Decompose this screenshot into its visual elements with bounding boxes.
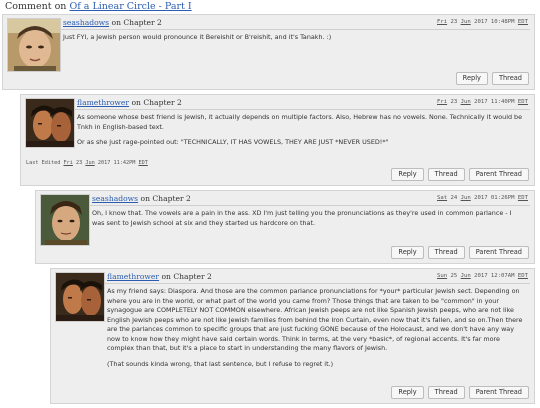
comment-header: seashadows on Chapter 2 bbox=[63, 18, 162, 29]
comment-actions: Reply Thread Parent Thread bbox=[391, 386, 529, 399]
header-divider bbox=[90, 205, 530, 206]
reply-button[interactable]: Reply bbox=[391, 168, 424, 181]
comment-body: As my friend says: Diaspora. And those a… bbox=[107, 287, 526, 375]
comment-header: flamethrower on Chapter 2 bbox=[77, 98, 182, 109]
story-link[interactable]: Of a Linear Circle - Part I bbox=[69, 1, 191, 12]
avatar[interactable] bbox=[55, 272, 105, 322]
header-divider bbox=[105, 283, 530, 284]
date-day[interactable]: Fri bbox=[63, 160, 72, 166]
comment-header: seashadows on Chapter 2 bbox=[92, 194, 191, 205]
date-tz[interactable]: EDT bbox=[138, 160, 147, 166]
comment-paragraph: (That sounds kinda wrong, that last sent… bbox=[107, 359, 334, 368]
date-day[interactable]: Fri bbox=[437, 99, 447, 105]
comment-paragraph: Oh, I know that. The vowels are a pain i… bbox=[92, 209, 512, 227]
page-heading: Comment on Of a Linear Circle - Part I bbox=[5, 1, 192, 12]
username-link[interactable]: seashadows bbox=[92, 194, 138, 203]
chapter-ref: on Chapter 2 bbox=[140, 194, 191, 203]
header-divider bbox=[61, 29, 530, 30]
date-day[interactable]: Sun bbox=[437, 273, 447, 279]
date-day[interactable]: Sat bbox=[437, 195, 447, 201]
comment-1: seashadows on Chapter 2 Fri 23 Jun 2017 … bbox=[2, 14, 535, 90]
date-num: 25 bbox=[450, 273, 458, 279]
comment-paragraph: Or as she just rage-pointed out: "TECHNI… bbox=[77, 138, 389, 146]
date-tz[interactable]: EDT bbox=[518, 273, 528, 279]
date-rest: 2017 11:40PM bbox=[474, 99, 515, 105]
comment-body: Oh, I know that. The vowels are a pain i… bbox=[92, 209, 526, 234]
date-rest: 2017 12:07AM bbox=[474, 273, 515, 279]
avatar[interactable] bbox=[25, 98, 75, 148]
thread-button[interactable]: Thread bbox=[491, 72, 529, 85]
date-month[interactable]: Jun bbox=[461, 195, 471, 201]
username-link[interactable]: seashadows bbox=[63, 18, 109, 27]
comment-date: Fri 23 Jun 2017 10:48PM EDT bbox=[437, 19, 528, 25]
comment-actions: Reply Thread bbox=[455, 72, 529, 85]
reply-button[interactable]: Reply bbox=[391, 246, 424, 259]
chapter-ref: on Chapter 2 bbox=[111, 18, 162, 27]
date-num: 23 bbox=[75, 160, 83, 166]
comment-paragraph: As someone whose best friend is Jewish, … bbox=[77, 113, 523, 131]
avatar-photo-icon bbox=[26, 99, 74, 147]
comment-body: As someone whose best friend is Jewish, … bbox=[77, 113, 526, 154]
comment-paragraph: As my friend says: Diaspora. And those a… bbox=[107, 287, 523, 352]
date-rest: 2017 10:48PM bbox=[474, 19, 515, 25]
comment-2: flamethrower on Chapter 2 Fri 23 Jun 201… bbox=[20, 94, 535, 186]
date-num: 23 bbox=[450, 19, 458, 25]
comment-3: seashadows on Chapter 2 Sat 24 Jun 2017 … bbox=[35, 190, 535, 264]
reply-button[interactable]: Reply bbox=[391, 386, 424, 399]
parent-thread-button[interactable]: Parent Thread bbox=[468, 386, 529, 399]
date-day[interactable]: Fri bbox=[437, 19, 447, 25]
avatar-photo-icon bbox=[8, 19, 60, 71]
date-num: 23 bbox=[450, 99, 458, 105]
parent-thread-button[interactable]: Parent Thread bbox=[468, 246, 529, 259]
date-month[interactable]: Jun bbox=[461, 99, 471, 105]
date-month[interactable]: Jun bbox=[85, 160, 94, 166]
date-month[interactable]: Jun bbox=[461, 273, 471, 279]
comment-actions: Reply Thread Parent Thread bbox=[391, 168, 529, 181]
avatar-photo-icon bbox=[41, 195, 89, 245]
date-tz[interactable]: EDT bbox=[518, 195, 528, 201]
username-link[interactable]: flamethrower bbox=[77, 98, 129, 107]
comment-4: flamethrower on Chapter 2 Sun 25 Jun 201… bbox=[50, 268, 535, 404]
header-divider bbox=[75, 109, 530, 110]
comment-actions: Reply Thread Parent Thread bbox=[391, 246, 529, 259]
avatar[interactable] bbox=[7, 18, 61, 72]
avatar-photo-icon bbox=[56, 273, 104, 321]
date-tz[interactable]: EDT bbox=[518, 19, 528, 25]
last-edited: Last Edited Fri 23 Jun 2017 11:42PM EDT bbox=[26, 160, 148, 166]
edited-label: Last Edited bbox=[26, 160, 61, 166]
avatar[interactable] bbox=[40, 194, 90, 246]
date-rest: 2017 01:26PM bbox=[474, 195, 515, 201]
reply-button[interactable]: Reply bbox=[455, 72, 488, 85]
comment-body: Just FYI, a Jewish person would pronounc… bbox=[63, 33, 526, 49]
username-link[interactable]: flamethrower bbox=[107, 272, 159, 281]
comment-paragraph: Just FYI, a Jewish person would pronounc… bbox=[63, 33, 332, 41]
parent-thread-button[interactable]: Parent Thread bbox=[468, 168, 529, 181]
chapter-ref: on Chapter 2 bbox=[161, 272, 212, 281]
comment-date: Sat 24 Jun 2017 01:26PM EDT bbox=[437, 195, 528, 201]
comment-date: Fri 23 Jun 2017 11:40PM EDT bbox=[437, 99, 528, 105]
date-num: 24 bbox=[450, 195, 458, 201]
thread-button[interactable]: Thread bbox=[427, 168, 465, 181]
comment-header: flamethrower on Chapter 2 bbox=[107, 272, 212, 283]
date-rest: 2017 11:42PM bbox=[97, 160, 136, 166]
thread-button[interactable]: Thread bbox=[427, 386, 465, 399]
heading-prefix: Comment on bbox=[5, 1, 67, 12]
thread-button[interactable]: Thread bbox=[427, 246, 465, 259]
comment-date: Sun 25 Jun 2017 12:07AM EDT bbox=[437, 273, 528, 279]
date-month[interactable]: Jun bbox=[461, 19, 471, 25]
date-tz[interactable]: EDT bbox=[518, 99, 528, 105]
chapter-ref: on Chapter 2 bbox=[131, 98, 182, 107]
